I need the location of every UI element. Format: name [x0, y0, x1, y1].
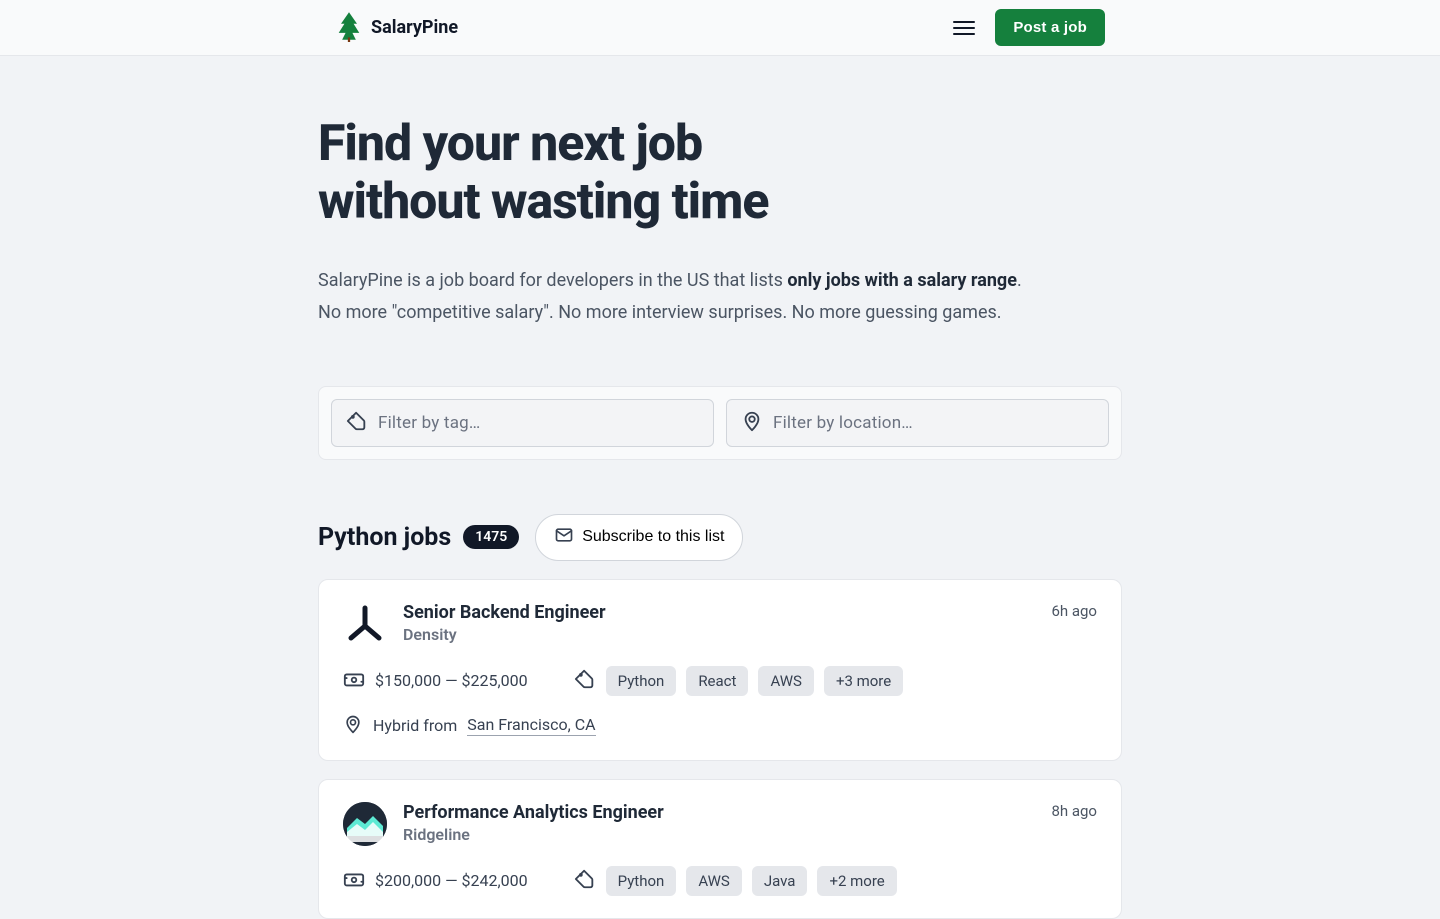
- mail-icon: [554, 525, 574, 550]
- company-logo: [343, 802, 387, 846]
- subscribe-button[interactable]: Subscribe to this list: [535, 514, 743, 561]
- tag-chip[interactable]: AWS: [686, 866, 742, 896]
- location-link[interactable]: San Francisco, CA: [467, 715, 595, 736]
- cash-icon: [343, 868, 365, 894]
- tags: Python AWS Java +2 more: [574, 866, 897, 896]
- brand-name: SalaryPine: [371, 17, 458, 38]
- list-title: Python jobs: [318, 523, 451, 552]
- hero-title: Find your next job without wasting time: [318, 116, 1122, 231]
- tags: Python React AWS +3 more: [574, 666, 904, 696]
- header: SalaryPine Post a job: [0, 0, 1440, 56]
- salary: $200,000 — $242,000: [343, 868, 528, 894]
- tag-more[interactable]: +3 more: [824, 666, 903, 696]
- company-name: Density: [403, 625, 1035, 644]
- filter-location-input[interactable]: [773, 413, 1094, 433]
- posted-time: 8h ago: [1051, 802, 1097, 820]
- filter-location-wrap[interactable]: [726, 399, 1109, 447]
- job-title: Performance Analytics Engineer: [403, 802, 1035, 823]
- tag-more[interactable]: +2 more: [817, 866, 896, 896]
- brand-tree-icon: [335, 10, 363, 46]
- tag-icon: [346, 410, 368, 436]
- brand[interactable]: SalaryPine: [335, 10, 458, 46]
- tag-chip[interactable]: AWS: [758, 666, 814, 696]
- job-count-badge: 1475: [463, 525, 519, 549]
- cash-icon: [343, 668, 365, 694]
- tag-icon: [574, 868, 596, 894]
- filter-panel: [318, 386, 1122, 460]
- tag-chip[interactable]: Python: [606, 866, 677, 896]
- company-logo: [343, 602, 387, 646]
- location-icon: [343, 714, 363, 738]
- tag-icon: [574, 668, 596, 694]
- salary: $150,000 — $225,000: [343, 668, 528, 694]
- tag-chip[interactable]: Java: [752, 866, 808, 896]
- posted-time: 6h ago: [1051, 602, 1097, 620]
- post-job-button[interactable]: Post a job: [995, 9, 1105, 46]
- hero-description: SalaryPine is a job board for developers…: [318, 265, 1122, 330]
- location-icon: [741, 410, 763, 436]
- job-card[interactable]: Performance Analytics Engineer Ridgeline…: [318, 779, 1122, 919]
- job-card[interactable]: Senior Backend Engineer Density 6h ago $…: [318, 579, 1122, 761]
- tag-chip[interactable]: Python: [606, 666, 677, 696]
- list-header: Python jobs 1475 Subscribe to this list: [318, 514, 1122, 561]
- filter-tag-wrap[interactable]: [331, 399, 714, 447]
- tag-chip[interactable]: React: [686, 666, 748, 696]
- subscribe-label: Subscribe to this list: [582, 528, 724, 546]
- job-title: Senior Backend Engineer: [403, 602, 1035, 623]
- location-row: Hybrid from San Francisco, CA: [343, 714, 1097, 738]
- filter-tag-input[interactable]: [378, 413, 699, 433]
- company-name: Ridgeline: [403, 825, 1035, 844]
- menu-icon[interactable]: [953, 21, 975, 35]
